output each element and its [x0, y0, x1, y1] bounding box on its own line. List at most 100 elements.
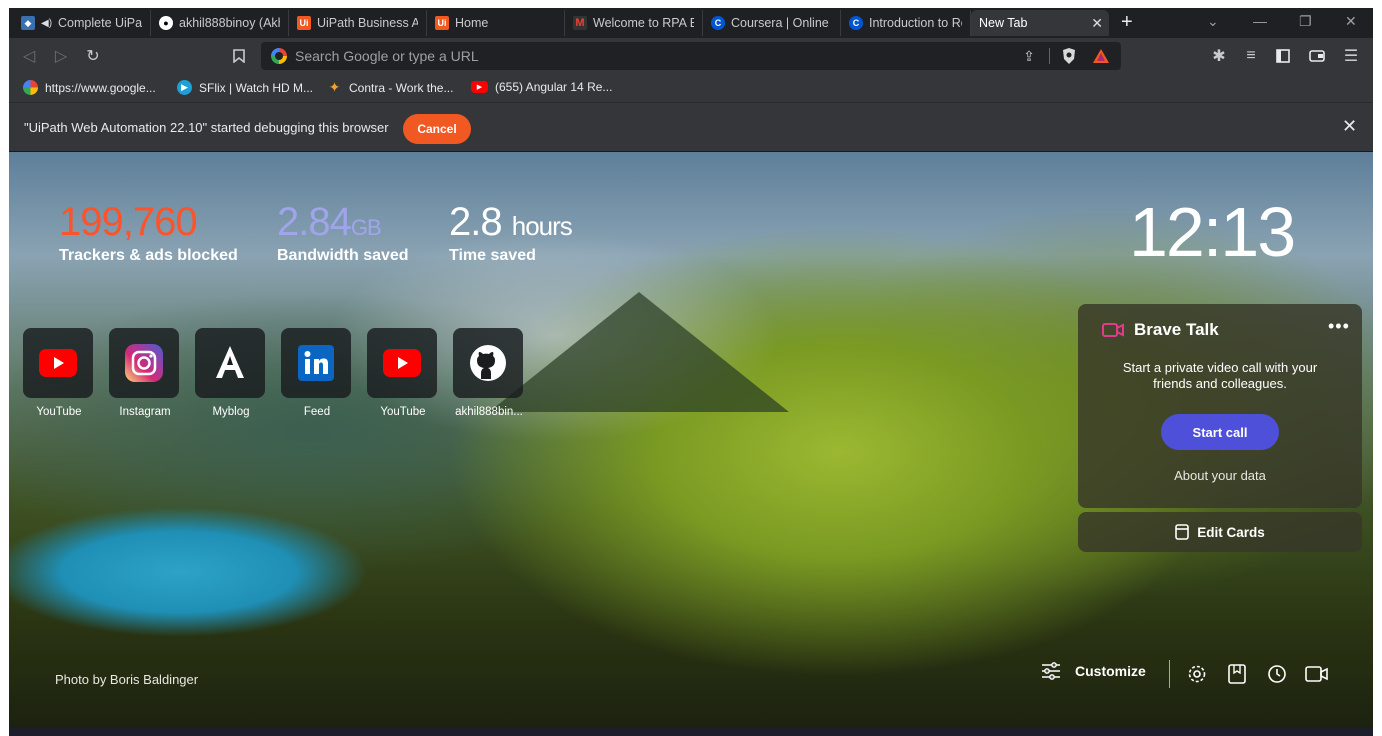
- top-site-feed[interactable]: Feed: [281, 328, 353, 418]
- bookmark-contra[interactable]: ✦ Contra - Work the...: [327, 79, 454, 95]
- settings-icon[interactable]: [1185, 662, 1209, 686]
- taskbar-strip: [9, 728, 1373, 736]
- video-camera-icon: [1102, 323, 1124, 337]
- youtube-icon: [39, 349, 77, 377]
- brave-talk-icon[interactable]: [1305, 662, 1329, 686]
- bookmark-label: SFlix | Watch HD M...: [199, 80, 314, 95]
- stat-unit: GB: [350, 215, 382, 240]
- youtube-icon: [383, 349, 421, 377]
- top-site-github[interactable]: akhil888bin...: [453, 328, 525, 418]
- new-tab-icon[interactable]: +: [1121, 11, 1133, 34]
- brave-talk-description: Start a private video call with your fri…: [1122, 360, 1318, 391]
- search-input[interactable]: [295, 46, 995, 66]
- cancel-button[interactable]: Cancel: [403, 114, 471, 144]
- tab-new-tab[interactable]: New Tab ✕: [971, 10, 1109, 36]
- stat-time: 2.8 hours Time saved: [449, 200, 573, 265]
- customize-button[interactable]: Customize: [1041, 662, 1146, 680]
- tab-uipath-business[interactable]: Ui UiPath Business Au: [289, 10, 427, 36]
- angular-icon: [216, 346, 244, 378]
- more-options-icon[interactable]: •••: [1328, 316, 1350, 337]
- coursera-icon: C: [849, 16, 863, 30]
- top-site-label: Feed: [303, 406, 331, 418]
- tab-search-icon[interactable]: ⌄: [1207, 13, 1219, 30]
- divider: [1049, 48, 1050, 64]
- tab-coursera[interactable]: C Coursera | Online C: [703, 10, 841, 36]
- contra-icon: ✦: [328, 79, 341, 95]
- tab-strip: ◆ ◀) Complete UiPath ● akhil888binoy (Ak…: [9, 8, 1373, 38]
- about-your-data-link[interactable]: About your data: [1078, 468, 1362, 483]
- sliders-icon: [1042, 662, 1060, 680]
- brave-talk-card: Brave Talk ••• Start a private video cal…: [1078, 304, 1362, 508]
- bookmark-angular-video[interactable]: ▶ (655) Angular 14 Re...: [471, 80, 612, 94]
- brave-shields-icon[interactable]: [1059, 46, 1079, 66]
- history-icon[interactable]: [1265, 662, 1289, 686]
- google-icon: [271, 48, 287, 64]
- brave-talk-title: Brave Talk: [1134, 320, 1219, 339]
- tab-intro-robotics[interactable]: C Introduction to Rob: [841, 10, 971, 36]
- close-tab-icon[interactable]: ✕: [1091, 15, 1103, 32]
- top-site-youtube[interactable]: YouTube: [23, 328, 95, 418]
- clock: 12:13: [1129, 193, 1296, 271]
- stat-trackers: 199,760 Trackers & ads blocked: [59, 200, 238, 265]
- tab-title: Complete UiPath: [58, 16, 142, 30]
- tab-title: Introduction to Rob: [869, 16, 962, 30]
- stat-value: 2.8: [449, 200, 503, 244]
- google-icon: [23, 80, 38, 95]
- bookmark-label: https://www.google...: [45, 80, 156, 95]
- top-site-youtube-2[interactable]: YouTube: [367, 328, 439, 418]
- top-site-label: akhil888bin...: [455, 406, 523, 418]
- tab-title: Home: [455, 16, 489, 30]
- tab-github[interactable]: ● akhil888binoy (Akhil: [151, 10, 289, 36]
- reload-icon[interactable]: ↻: [83, 46, 103, 66]
- customize-label: Customize: [1075, 663, 1146, 679]
- debugging-infobar: "UiPath Web Automation 22.10" started de…: [9, 102, 1373, 152]
- bookmark-label: Contra - Work the...: [349, 80, 454, 95]
- tab-gmail[interactable]: M Welcome to RPA Bo: [565, 10, 703, 36]
- address-bar[interactable]: ⇪: [261, 42, 1121, 70]
- top-site-myblog[interactable]: Myblog: [195, 328, 267, 418]
- bookmark-label: (655) Angular 14 Re...: [495, 80, 613, 94]
- edit-cards-button[interactable]: Edit Cards: [1078, 512, 1362, 552]
- bookmark-sflix[interactable]: ▶ SFlix | Watch HD M...: [177, 80, 313, 95]
- coursera-icon: C: [711, 16, 725, 30]
- infobar-message: "UiPath Web Automation 22.10" started de…: [24, 120, 389, 135]
- bookmark-icon[interactable]: [229, 46, 249, 66]
- wallet-icon[interactable]: [1307, 46, 1327, 66]
- divider: [1169, 660, 1170, 688]
- start-call-button[interactable]: Start call: [1161, 414, 1279, 450]
- tab-complete-uipath[interactable]: ◆ ◀) Complete UiPath: [13, 10, 151, 36]
- menu-icon[interactable]: ☰: [1341, 46, 1361, 66]
- stat-value: 2.84: [277, 200, 352, 244]
- forward-icon[interactable]: ▷: [51, 46, 71, 66]
- audio-icon[interactable]: ◀): [41, 18, 52, 29]
- bookmark-google[interactable]: https://www.google...: [23, 80, 156, 95]
- tab-title: akhil888binoy (Akhil: [179, 16, 280, 30]
- stat-bandwidth: 2.84GB Bandwidth saved: [277, 200, 409, 265]
- close-infobar-icon[interactable]: ✕: [1342, 116, 1357, 137]
- stat-unit: hours: [511, 211, 573, 241]
- top-site-instagram[interactable]: Instagram: [109, 328, 181, 418]
- uipath-ui-icon: Ui: [435, 16, 449, 30]
- back-icon[interactable]: ◁: [19, 46, 39, 66]
- cards-icon: [1175, 524, 1190, 540]
- tab-title: UiPath Business Au: [317, 16, 418, 30]
- youtube-icon: ▶: [471, 81, 488, 93]
- extensions-icon[interactable]: ✱: [1209, 46, 1229, 66]
- photo-credit[interactable]: Photo by Boris Baldinger: [55, 672, 198, 687]
- close-window-icon[interactable]: ✕: [1345, 13, 1357, 30]
- github-icon: [470, 345, 506, 381]
- tab-title: Coursera | Online C: [731, 16, 832, 30]
- share-icon[interactable]: ⇪: [1019, 46, 1039, 66]
- stat-label: Bandwidth saved: [277, 247, 409, 264]
- brave-rewards-icon[interactable]: [1091, 46, 1111, 66]
- sidebar-icon[interactable]: [1273, 46, 1293, 66]
- media-controls-icon[interactable]: ≡: [1241, 46, 1261, 66]
- restore-icon[interactable]: ❐: [1299, 13, 1312, 30]
- bookmarks-icon[interactable]: [1225, 662, 1249, 686]
- edit-cards-label: Edit Cards: [1197, 524, 1265, 540]
- instagram-icon: [125, 344, 163, 382]
- tab-home[interactable]: Ui Home: [427, 10, 565, 36]
- minimize-icon[interactable]: —: [1253, 13, 1267, 29]
- bookmarks-bar: https://www.google... ▶ SFlix | Watch HD…: [9, 74, 1373, 102]
- browser-window: ◆ ◀) Complete UiPath ● akhil888binoy (Ak…: [9, 8, 1373, 736]
